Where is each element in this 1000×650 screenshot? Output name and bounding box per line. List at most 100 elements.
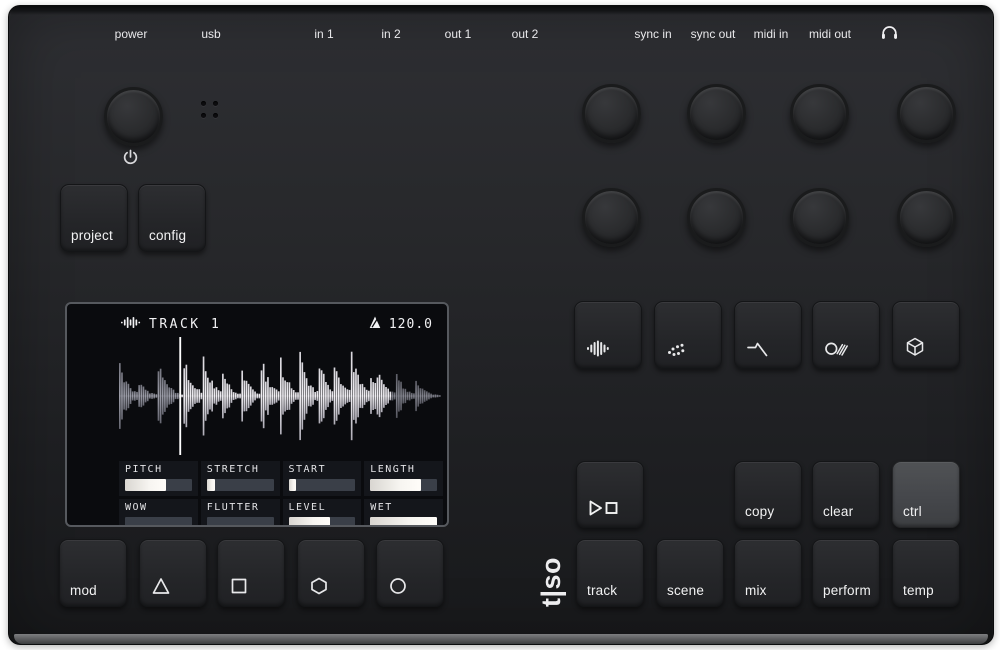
shape-square-button[interactable]: [217, 539, 285, 607]
track-name: TRACK 1: [149, 317, 221, 332]
mod-label: mod: [70, 583, 97, 598]
param-start: START: [283, 461, 362, 496]
play-stop-icon: [589, 500, 618, 516]
cube-button[interactable]: [892, 301, 960, 369]
project-label: project: [71, 228, 113, 243]
param-pitch: PITCH: [119, 461, 198, 496]
knob-5[interactable]: [582, 188, 641, 247]
parameter-grid: PITCH STRETCH START LENGTH WOW FLUTTER: [119, 461, 443, 527]
shape-circle-button[interactable]: [376, 539, 444, 607]
led-dots: [201, 101, 218, 118]
config-button[interactable]: config: [138, 184, 206, 252]
port-label-usb: usb: [201, 27, 220, 41]
perform-label: perform: [823, 583, 871, 598]
track-label: track: [587, 583, 617, 598]
config-label: config: [149, 228, 186, 243]
knob-3[interactable]: [790, 84, 849, 143]
param-slider: [125, 479, 192, 491]
param-stretch: STRETCH: [201, 461, 280, 496]
copy-label: copy: [745, 504, 774, 519]
shape-triangle-button[interactable]: [139, 539, 207, 607]
param-label: LEVEL: [289, 502, 356, 513]
power-knob[interactable]: [104, 87, 163, 146]
param-label: STRETCH: [207, 464, 274, 475]
param-wow: WOW: [119, 499, 198, 527]
motion-circle-icon: [825, 340, 848, 357]
circle-icon: [389, 577, 407, 595]
sample-button[interactable]: [574, 301, 642, 369]
headphones-icon: [881, 25, 898, 45]
led: [201, 101, 206, 106]
clear-label: clear: [823, 504, 853, 519]
granular-button[interactable]: [654, 301, 722, 369]
knob-4[interactable]: [897, 84, 956, 143]
knob-2[interactable]: [687, 84, 746, 143]
knob-8[interactable]: [897, 188, 956, 247]
led: [213, 113, 218, 118]
port-label-in2: in 2: [381, 27, 400, 41]
square-icon: [230, 577, 248, 595]
param-label: WOW: [125, 502, 192, 513]
device-body: power usb in 1 in 2 out 1 out 2 sync in …: [8, 5, 994, 645]
project-button[interactable]: project: [60, 184, 128, 252]
perform-button[interactable]: perform: [812, 539, 880, 607]
port-label-in1: in 1: [314, 27, 333, 41]
param-slider: [289, 479, 356, 491]
param-label: START: [289, 464, 356, 475]
envelope-icon: [747, 341, 768, 357]
ctrl-button[interactable]: ctrl: [892, 461, 960, 528]
modulation-button[interactable]: [812, 301, 880, 369]
param-label: LENGTH: [370, 464, 437, 475]
mod-button[interactable]: mod: [59, 539, 127, 607]
triangle-icon: [152, 577, 170, 595]
bpm-value: 120.0: [389, 317, 433, 332]
mix-button[interactable]: mix: [734, 539, 802, 607]
play-stop-button[interactable]: [576, 461, 644, 528]
envelope-button[interactable]: [734, 301, 802, 369]
ctrl-label: ctrl: [903, 504, 922, 519]
port-label-midi-in: midi in: [754, 27, 789, 41]
port-label-power: power: [115, 27, 148, 41]
param-level: LEVEL: [283, 499, 362, 527]
clear-button[interactable]: clear: [812, 461, 880, 528]
port-label-sync-in: sync in: [634, 27, 671, 41]
hexagon-icon: [310, 577, 328, 595]
param-slider: [370, 479, 437, 491]
shape-hexagon-button[interactable]: [297, 539, 365, 607]
param-slider: [207, 479, 274, 491]
param-slider: [125, 517, 192, 527]
scene-button[interactable]: scene: [656, 539, 724, 607]
waveform-icon: [121, 316, 140, 333]
sample-waveform-icon: [587, 340, 609, 357]
brand-logo: t|so: [536, 557, 567, 607]
param-flutter: FLUTTER: [201, 499, 280, 527]
port-label-midi-out: midi out: [809, 27, 851, 41]
power-icon: [122, 149, 139, 171]
led: [201, 113, 206, 118]
param-label: PITCH: [125, 464, 192, 475]
param-label: FLUTTER: [207, 502, 274, 513]
param-wet: WET: [364, 499, 443, 527]
screen: S-4 sculpting sampler TRACK 1: [65, 302, 449, 527]
scene-label: scene: [667, 583, 704, 598]
knob-6[interactable]: [687, 188, 746, 247]
port-label-out1: out 1: [445, 27, 472, 41]
knob-7[interactable]: [790, 188, 849, 247]
led: [213, 101, 218, 106]
copy-button[interactable]: copy: [734, 461, 802, 528]
cube-icon: [905, 337, 925, 357]
param-length: LENGTH: [364, 461, 443, 496]
port-label-out2: out 2: [512, 27, 539, 41]
param-slider: [370, 517, 437, 527]
track-button[interactable]: track: [576, 539, 644, 607]
param-label: WET: [370, 502, 437, 513]
front-edge: [14, 634, 988, 644]
port-label-sync-out: sync out: [691, 27, 736, 41]
mix-label: mix: [745, 583, 767, 598]
temp-label: temp: [903, 583, 934, 598]
metronome-icon: [369, 316, 381, 333]
param-slider: [289, 517, 356, 527]
temp-button[interactable]: temp: [892, 539, 960, 607]
knob-1[interactable]: [582, 84, 641, 143]
param-slider: [207, 517, 274, 527]
